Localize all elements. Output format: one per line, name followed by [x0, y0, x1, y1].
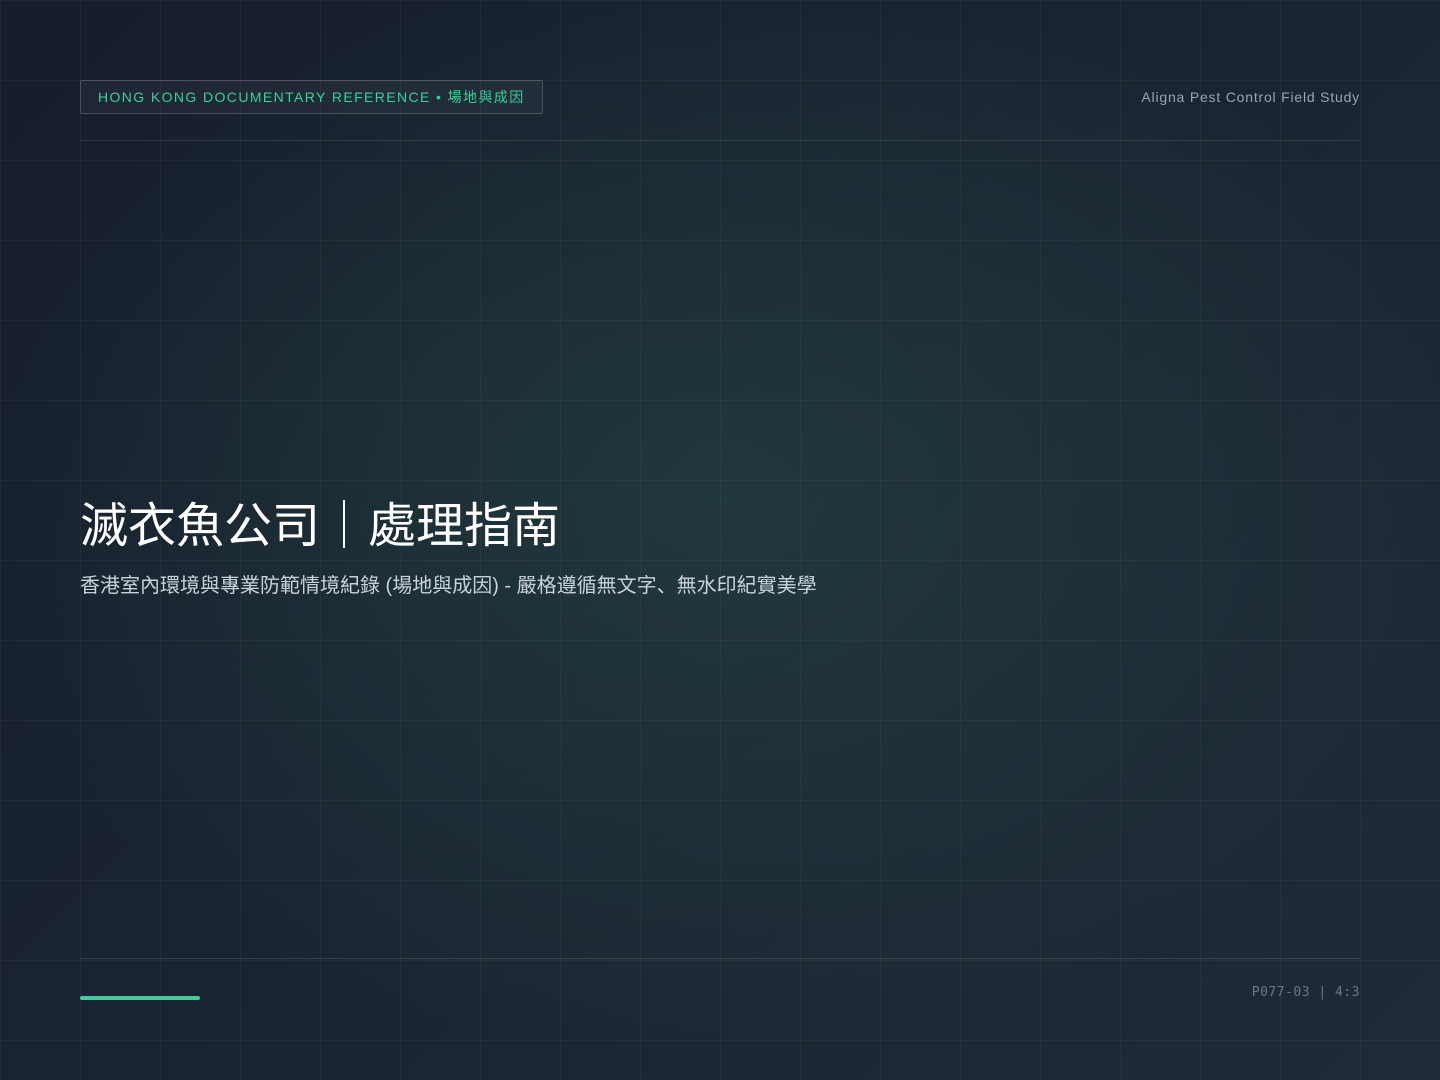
- header: HONG KONG DOCUMENTARY REFERENCE • 場地與成因 …: [80, 80, 1360, 141]
- category-tag-label: HONG KONG DOCUMENTARY REFERENCE • 場地與成因: [98, 89, 525, 105]
- study-label: Aligna Pest Control Field Study: [1141, 89, 1360, 105]
- hero: 滅衣魚公司｜處理指南 香港室內環境與專業防範情境紀錄 (場地與成因) - 嚴格遵…: [80, 495, 1360, 601]
- category-tag: HONG KONG DOCUMENTARY REFERENCE • 場地與成因: [80, 80, 543, 114]
- page-subtitle: 香港室內環境與專業防範情境紀錄 (場地與成因) - 嚴格遵循無文字、無水印紀實美…: [80, 575, 817, 597]
- page-title: 滅衣魚公司｜處理指南: [80, 500, 561, 553]
- accent-bar: [80, 996, 200, 1000]
- footer: P077-03 | 4:3: [80, 958, 1360, 1019]
- page-code: P077-03 | 4:3: [1251, 985, 1360, 1000]
